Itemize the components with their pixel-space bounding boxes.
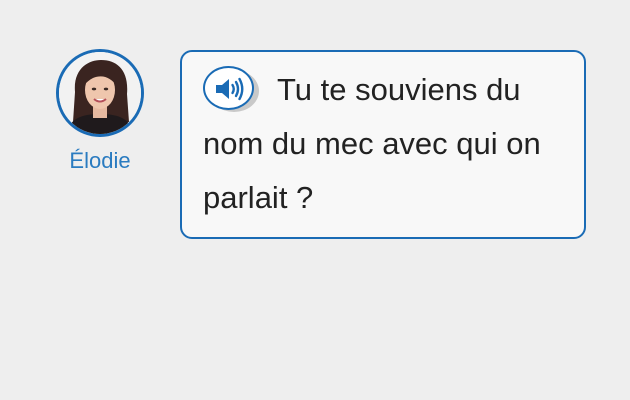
avatar xyxy=(56,49,144,137)
speaker-volume-icon xyxy=(216,77,244,101)
speech-bubble: Tu te souviens du nom du mec avec qui on… xyxy=(180,50,586,239)
audio-button-circle xyxy=(203,65,254,110)
speaker-name: Élodie xyxy=(69,148,131,173)
woman-portrait-icon xyxy=(59,52,141,134)
audio-play-button[interactable] xyxy=(203,65,259,114)
speaker-card: Élodie xyxy=(50,49,150,175)
bubble-content: Tu te souviens du nom du mec avec qui on… xyxy=(203,63,564,225)
